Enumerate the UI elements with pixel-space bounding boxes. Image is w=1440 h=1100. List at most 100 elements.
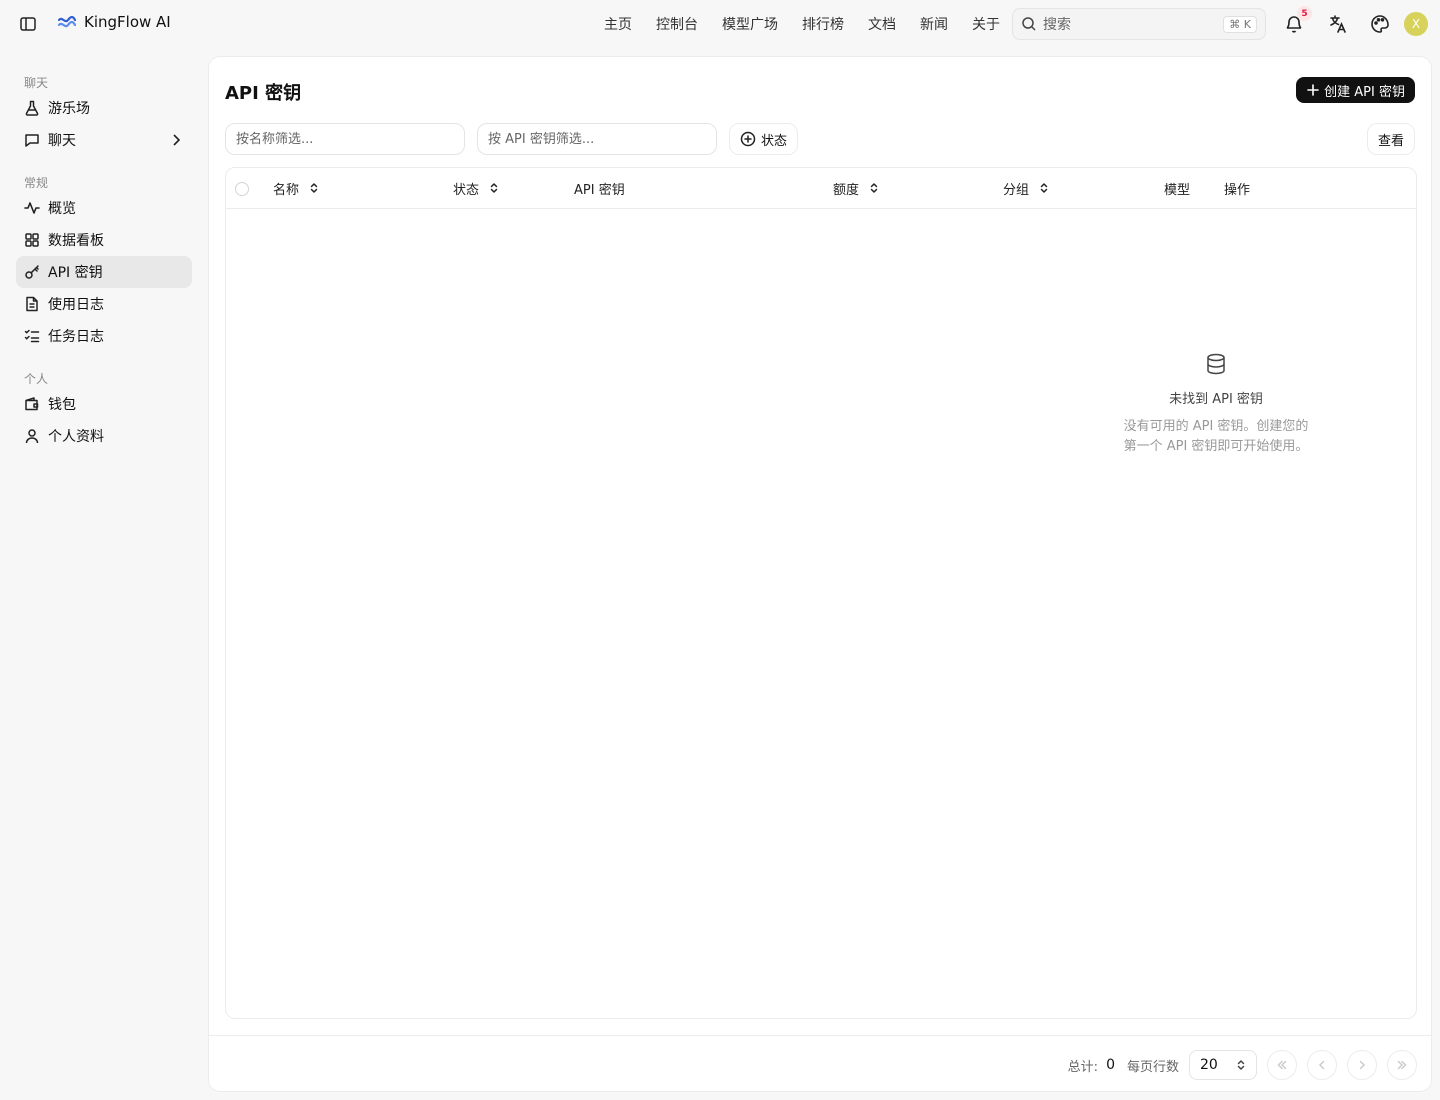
sidebar-group-general: 常规: [24, 175, 49, 190]
sidebar-item-label: 个人资料: [48, 429, 104, 445]
nav-docs[interactable]: 文档: [868, 14, 896, 34]
previous-page-button[interactable]: [1307, 1050, 1337, 1080]
column-header-label: API 密钥: [574, 182, 625, 198]
chevron-right-icon: [168, 132, 184, 148]
top-bar: KingFlow AI 主页 控制台 模型广场 排行榜 文档 新闻 关于 搜索 …: [0, 0, 1440, 48]
sort-icon: [1037, 181, 1051, 195]
first-page-button[interactable]: [1267, 1050, 1297, 1080]
brand-logo-icon: [58, 13, 76, 31]
database-icon: [1204, 352, 1228, 376]
create-api-key-label: 创建 API 密钥: [1324, 84, 1405, 100]
nav-home[interactable]: 主页: [604, 14, 632, 34]
column-header-label: 额度: [833, 182, 860, 198]
sidebar-item-label: 游乐场: [48, 101, 90, 117]
table-header: 名称 状态 API 密钥 额度 分组 模型 操作: [226, 168, 1416, 209]
brand[interactable]: KingFlow AI: [58, 13, 171, 31]
column-header-group[interactable]: 分组: [1003, 168, 1051, 208]
message-icon: [24, 132, 40, 148]
list-checks-icon: [24, 328, 40, 344]
sidebar-item-label: 钱包: [48, 397, 76, 413]
search-icon: [1021, 16, 1037, 32]
sidebar-item-label: 使用日志: [48, 297, 104, 313]
wallet-icon: [24, 396, 40, 412]
nav-news[interactable]: 新闻: [920, 14, 948, 34]
nav-console[interactable]: 控制台: [656, 14, 698, 34]
nav-leaderboard[interactable]: 排行榜: [802, 14, 844, 34]
total-value: 0: [1106, 1057, 1115, 1073]
plus-circle-icon: [740, 131, 756, 147]
column-header-quota[interactable]: 额度: [833, 168, 881, 208]
flask-icon: [24, 100, 40, 116]
chevrons-left-icon: [1275, 1058, 1289, 1072]
search-input[interactable]: 搜索 ⌘ K: [1012, 8, 1266, 40]
main-panel: API 密钥 创建 API 密钥 状态 查看 名称 状态 API 密钥 额度: [208, 56, 1432, 1092]
search-placeholder: 搜索: [1043, 17, 1071, 33]
file-text-icon: [24, 296, 40, 312]
pagination-footer: 总计: 0 每页行数 20: [209, 1035, 1431, 1091]
sidebar-item-chat[interactable]: 聊天: [16, 124, 192, 156]
sidebar-item-label: 聊天: [48, 133, 76, 149]
sidebar-item-label: 数据看板: [48, 233, 104, 249]
sidebar-item-usage-logs[interactable]: 使用日志: [16, 288, 192, 320]
rows-per-page-label: 每页行数: [1126, 1059, 1179, 1075]
key-icon: [24, 264, 40, 280]
status-filter-button[interactable]: 状态: [729, 123, 799, 155]
plus-icon: [1306, 83, 1320, 97]
nav-about[interactable]: 关于: [972, 14, 1000, 34]
column-header-api-key: API 密钥: [574, 168, 625, 208]
sidebar-item-api-keys[interactable]: API 密钥: [16, 256, 192, 288]
chevron-left-icon: [1315, 1058, 1329, 1072]
chevron-right-icon: [1355, 1058, 1369, 1072]
user-icon: [24, 428, 40, 444]
create-api-key-button[interactable]: 创建 API 密钥: [1296, 77, 1415, 103]
view-options-button[interactable]: 查看: [1366, 123, 1415, 155]
sidebar-item-overview[interactable]: 概览: [16, 192, 192, 224]
sidebar-item-profile[interactable]: 个人资料: [16, 420, 192, 452]
column-header-status[interactable]: 状态: [453, 168, 501, 208]
sort-icon: [487, 181, 501, 195]
select-all-checkbox[interactable]: [235, 182, 249, 196]
next-page-button[interactable]: [1347, 1050, 1377, 1080]
activity-icon: [24, 200, 40, 216]
chevrons-up-down-icon: [1234, 1058, 1248, 1072]
sidebar-item-wallet[interactable]: 钱包: [16, 388, 192, 420]
avatar[interactable]: X: [1404, 12, 1428, 36]
column-header-label: 名称: [273, 182, 300, 198]
column-header-name[interactable]: 名称: [273, 168, 321, 208]
sidebar-item-label: 任务日志: [48, 329, 104, 345]
view-options-label: 查看: [1377, 133, 1404, 149]
dashboard-icon: [24, 232, 40, 248]
page-title: API 密钥: [225, 83, 302, 104]
sidebar-item-dashboard[interactable]: 数据看板: [16, 224, 192, 256]
api-keys-table: 名称 状态 API 密钥 额度 分组 模型 操作 未找到 API 密钥 没有可用…: [225, 167, 1417, 1019]
filter-key-input[interactable]: [477, 123, 717, 155]
sort-icon: [307, 181, 321, 195]
rows-per-page-select[interactable]: 20: [1189, 1050, 1257, 1080]
notification-badge: 5: [1297, 6, 1312, 21]
sidebar-item-task-logs[interactable]: 任务日志: [16, 320, 192, 352]
sidebar-item-label: 概览: [48, 201, 76, 217]
sidebar-group-personal: 个人: [24, 371, 49, 386]
last-page-button[interactable]: [1387, 1050, 1417, 1080]
sidebar-item-playground[interactable]: 游乐场: [16, 92, 192, 124]
rows-per-page-value: 20: [1200, 1057, 1218, 1073]
sidebar-item-label: API 密钥: [48, 265, 103, 281]
top-nav: 主页 控制台 模型广场 排行榜 文档 新闻 关于: [604, 14, 1000, 34]
sidebar: 聊天 游乐场 聊天 常规 概览 数据看板 API 密钥 使用日志 任务日志 个人…: [16, 60, 192, 452]
column-header-label: 分组: [1003, 182, 1030, 198]
sort-icon: [867, 181, 881, 195]
empty-state-title: 未找到 API 密钥: [1169, 392, 1263, 407]
brand-name: KingFlow AI: [84, 13, 171, 31]
status-filter-label: 状态: [761, 133, 788, 149]
sidebar-group-chat: 聊天: [24, 75, 49, 90]
sidebar-toggle-icon[interactable]: [18, 14, 38, 34]
filter-name-input[interactable]: [225, 123, 465, 155]
total-label: 总计:: [1067, 1059, 1099, 1075]
translate-icon[interactable]: [1326, 12, 1350, 36]
column-header-models: 模型: [1164, 168, 1190, 208]
pagination-controls: 总计: 0 每页行数 20: [1068, 1050, 1417, 1080]
column-header-label: 状态: [453, 182, 480, 198]
nav-model-square[interactable]: 模型广场: [722, 14, 778, 34]
palette-icon[interactable]: [1368, 12, 1392, 36]
column-header-label: 操作: [1224, 182, 1251, 198]
